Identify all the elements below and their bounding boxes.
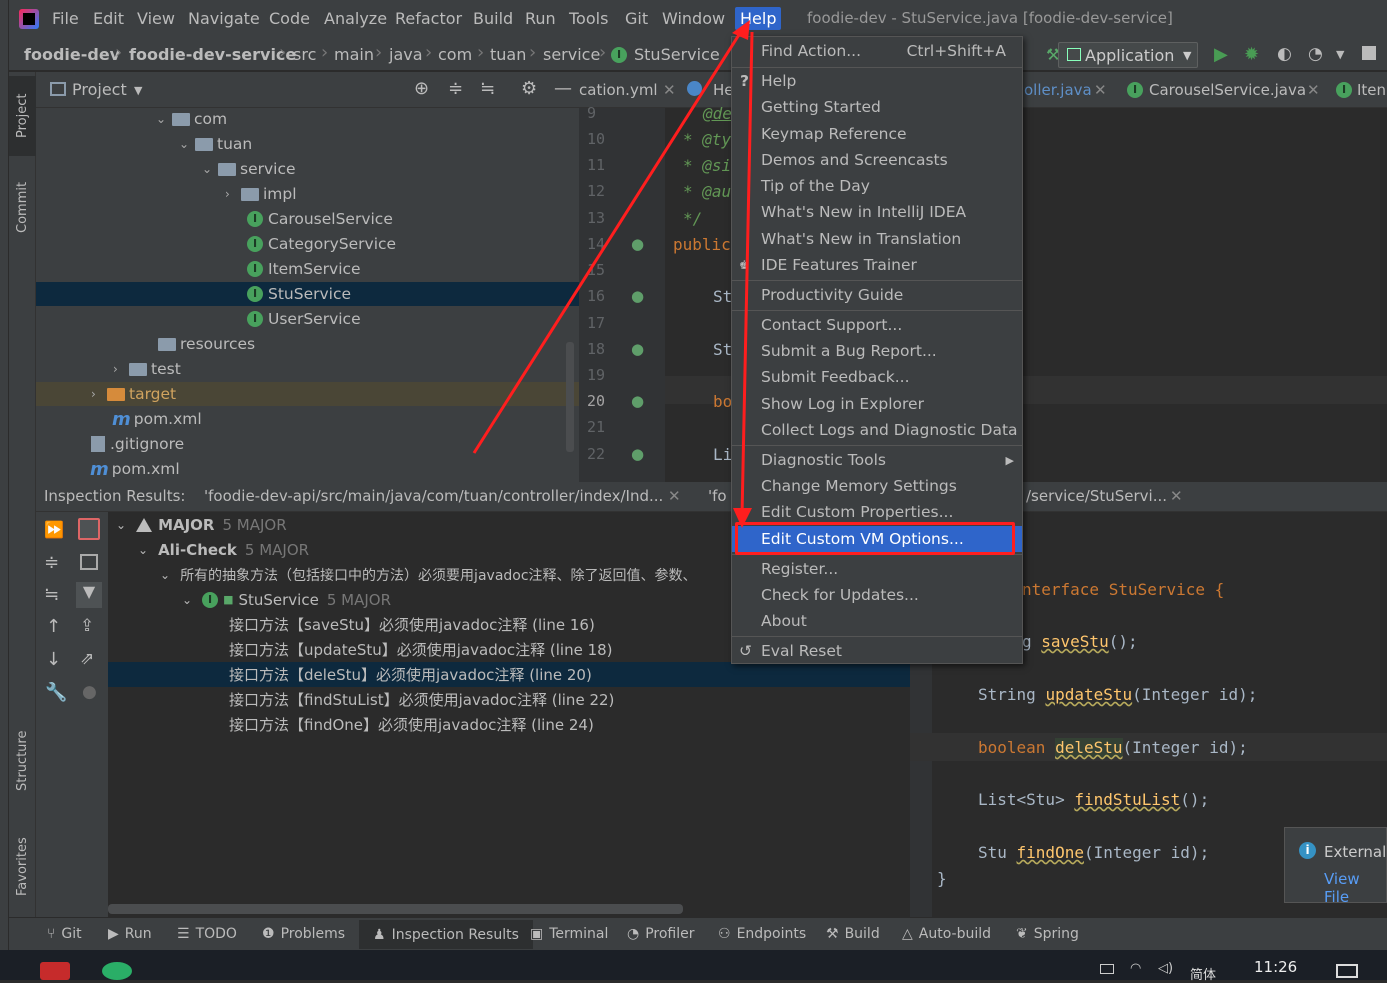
annotation-arrow-line [740,31,754,517]
annotation-arrow-head [733,508,752,528]
annotation-arrow-head [732,20,750,40]
annotation-arrows [472,20,754,528]
annotation-arrow-line [472,29,744,454]
